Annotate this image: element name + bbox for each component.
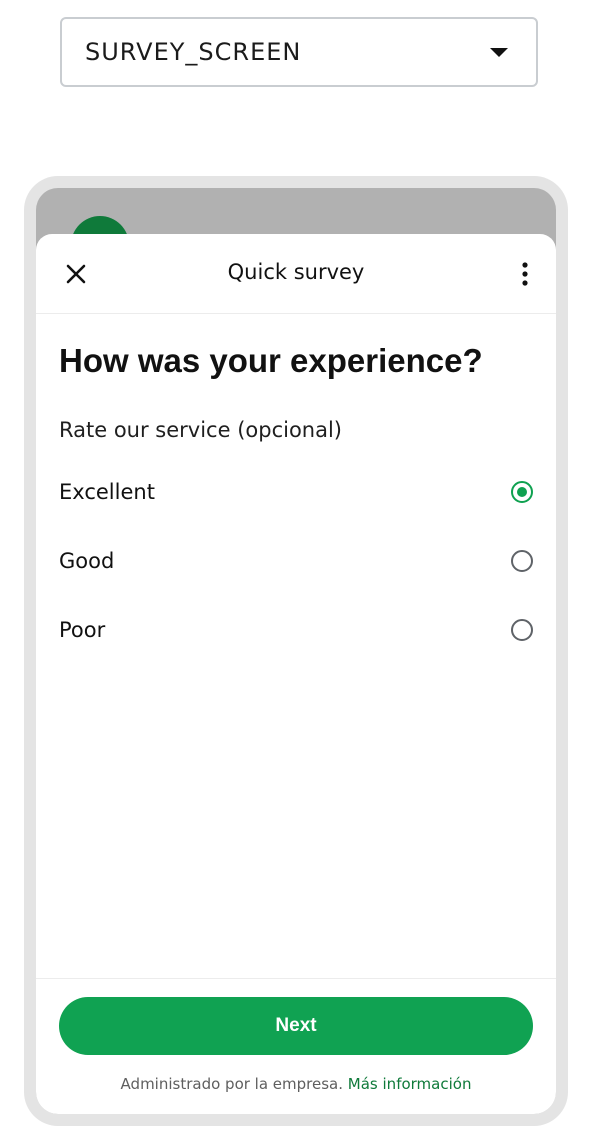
survey-bottom-sheet: Quick survey How was your experience? Ra… (36, 234, 556, 1114)
option-excellent[interactable]: Excellent (59, 470, 534, 514)
screen-select-dropdown[interactable]: SURVEY_SCREEN (60, 17, 538, 87)
footer-divider (36, 978, 556, 979)
next-button[interactable]: Next (59, 997, 533, 1055)
footer-text: Administrado por la empresa. (120, 1075, 344, 1093)
phone-frame: Quick survey How was your experience? Ra… (24, 176, 568, 1126)
phone-screen: Quick survey How was your experience? Ra… (36, 188, 556, 1114)
option-poor[interactable]: Poor (59, 608, 534, 652)
option-label: Poor (59, 618, 106, 642)
option-label: Good (59, 549, 115, 573)
radio-unchecked[interactable] (511, 550, 533, 572)
more-options-button[interactable] (510, 256, 540, 292)
screen-select-value: SURVEY_SCREEN (85, 38, 302, 66)
radio-checked[interactable] (511, 481, 533, 503)
question-subtitle: Rate our service (opcional) (59, 418, 342, 442)
sheet-header: Quick survey (36, 234, 556, 314)
footer-note: Administrado por la empresa. Más informa… (36, 1075, 556, 1093)
option-label: Excellent (59, 480, 155, 504)
sheet-title: Quick survey (227, 260, 365, 284)
option-good[interactable]: Good (59, 539, 534, 583)
more-vertical-icon (522, 262, 528, 286)
question-heading: How was your experience? (59, 342, 483, 379)
more-info-link[interactable]: Más información (348, 1075, 472, 1093)
radio-unchecked[interactable] (511, 619, 533, 641)
caret-down-icon (490, 47, 508, 57)
